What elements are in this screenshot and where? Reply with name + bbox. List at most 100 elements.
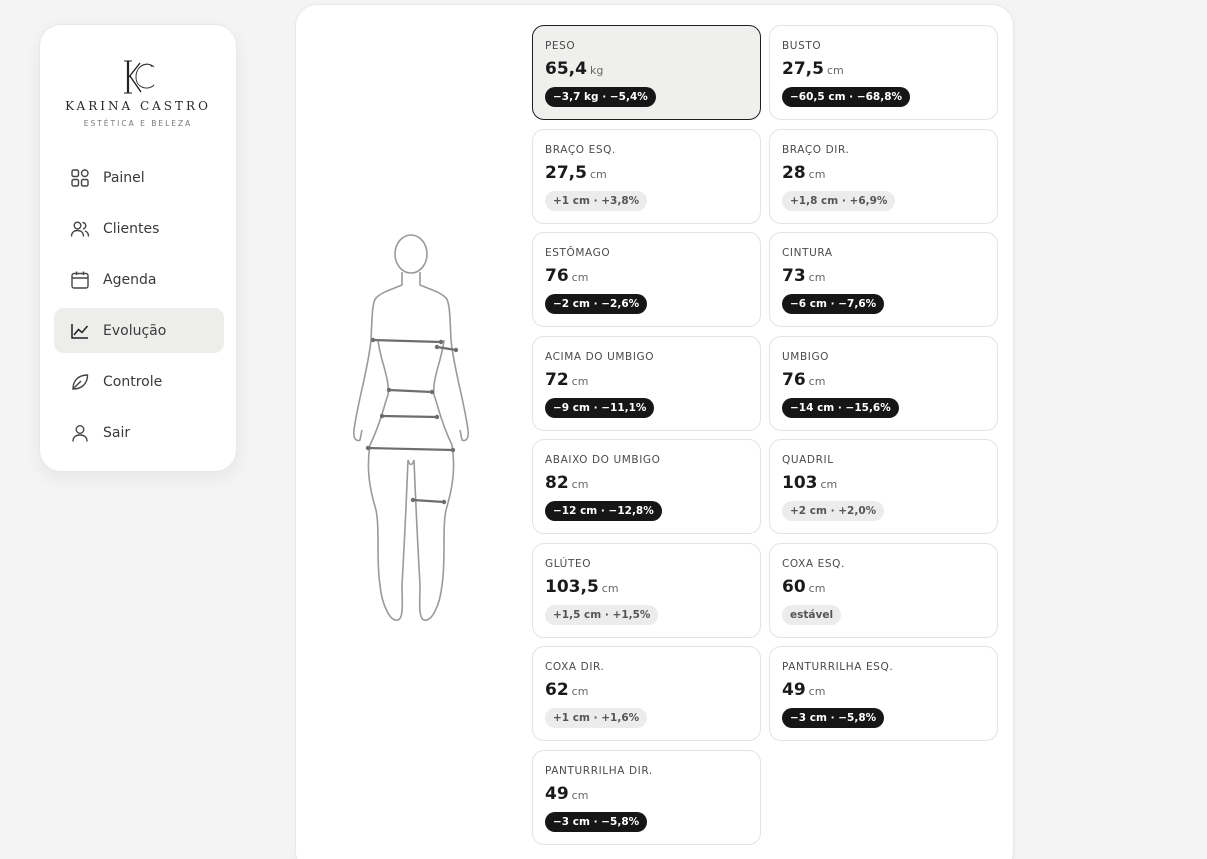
body-silhouette-icon [353, 234, 469, 621]
measurement-unit: cm [808, 375, 826, 388]
measurement-card[interactable]: BRAÇO ESQ. 27,5 cm +1 cm · +3,8% [532, 129, 761, 224]
nav-label: Evolução [103, 322, 167, 339]
nav-label: Agenda [103, 271, 157, 288]
measurement-label: BRAÇO ESQ. [545, 144, 616, 156]
measurement-label: COXA ESQ. [782, 558, 845, 570]
measurement-card[interactable]: QUADRIL 103 cm +2 cm · +2,0% [769, 439, 998, 534]
measurement-label: BRAÇO DIR. [782, 144, 850, 156]
delta-badge: −3,7 kg · −5,4% [545, 87, 656, 107]
delta-badge: −2 cm · −2,6% [545, 294, 648, 314]
measurement-value: 82 [545, 473, 569, 493]
measurement-card[interactable]: ESTÔMAGO 76 cm −2 cm · −2,6% [532, 232, 761, 327]
measurement-value: 27,5 [545, 163, 587, 183]
delta-badge: estável [782, 605, 842, 625]
measurement-label: COXA DIR. [545, 661, 605, 673]
measurement-value: 73 [782, 266, 806, 286]
measurement-value: 103 [782, 473, 818, 493]
nav-item-sair[interactable]: Sair [54, 410, 224, 455]
measurement-card[interactable]: COXA ESQ. 60 cm estável [769, 543, 998, 638]
measurement-value-row: 76 cm [545, 266, 748, 288]
measurement-card[interactable]: GLÚTEO 103,5 cm +1,5 cm · +1,5% [532, 543, 761, 638]
nav-item-evolucao[interactable]: Evolução [54, 308, 224, 353]
measurement-label: GLÚTEO [545, 558, 592, 570]
trend-icon [71, 323, 89, 339]
measurement-value-row: 49 cm [782, 680, 985, 702]
measurement-unit: cm [601, 582, 619, 595]
measurement-value-row: 76 cm [782, 370, 985, 392]
calendar-icon [71, 271, 89, 289]
delta-badge: −9 cm · −11,1% [545, 398, 655, 418]
nav-item-controle[interactable]: Controle [54, 359, 224, 404]
user-icon [72, 424, 88, 442]
measurement-label: UMBIGO [782, 351, 830, 363]
measurement-value-row: 62 cm [545, 680, 748, 702]
delta-badge: −12 cm · −12,8% [545, 501, 662, 521]
sidebar: KARINA CASTRO ESTÉTICA E BELEZA Painel C… [39, 24, 237, 472]
delta-badge: −3 cm · −5,8% [782, 708, 885, 728]
measurement-label: ABAIXO DO UMBIGO [545, 454, 661, 466]
measurement-unit: cm [808, 271, 826, 284]
measurement-unit: cm [808, 582, 826, 595]
nav-item-clientes[interactable]: Clientes [54, 206, 224, 251]
measurement-card[interactable]: CINTURA 73 cm −6 cm · −7,6% [769, 232, 998, 327]
nav-label: Clientes [103, 220, 160, 237]
brand-name: KARINA CASTRO [65, 99, 211, 113]
measurement-card[interactable]: BUSTO 27,5 cm −60,5 cm · −68,8% [769, 25, 998, 120]
measurement-value: 65,4 [545, 59, 587, 79]
leaf-icon [72, 373, 89, 390]
measurement-value-row: 73 cm [782, 266, 985, 288]
measurement-label: PESO [545, 40, 576, 52]
measurement-unit: cm [571, 375, 589, 388]
measurement-unit: cm [808, 685, 826, 698]
measurement-card[interactable]: PANTURRILHA ESQ. 49 cm −3 cm · −5,8% [769, 646, 998, 741]
nav-item-painel[interactable]: Painel [54, 155, 224, 200]
delta-badge: −60,5 cm · −68,8% [782, 87, 911, 107]
measurement-unit: cm [808, 168, 826, 181]
measurement-value-row: 49 cm [545, 784, 748, 806]
measurement-unit: cm [571, 478, 589, 491]
measurement-unit: cm [826, 64, 844, 77]
measurement-label: PANTURRILHA DIR. [545, 765, 653, 777]
measurement-value-row: 60 cm [782, 577, 985, 599]
measurement-card[interactable]: PESO 65,4 kg −3,7 kg · −5,4% [532, 25, 761, 120]
measurement-label: PANTURRILHA ESQ. [782, 661, 894, 673]
delta-badge: −14 cm · −15,6% [782, 398, 899, 418]
delta-badge: +1 cm · +1,6% [545, 708, 648, 728]
measurement-value-row: 27,5 cm [545, 163, 748, 185]
measurement-unit: cm [820, 478, 838, 491]
measurement-card[interactable]: UMBIGO 76 cm −14 cm · −15,6% [769, 336, 998, 431]
measurement-label: BUSTO [782, 40, 822, 52]
measurement-value-row: 65,4 kg [545, 59, 748, 81]
measurement-value: 27,5 [782, 59, 824, 79]
measurement-value-row: 72 cm [545, 370, 748, 392]
measurement-value: 72 [545, 370, 569, 390]
measurement-label: CINTURA [782, 247, 833, 259]
delta-badge: +1,5 cm · +1,5% [545, 605, 659, 625]
measurement-card[interactable]: BRAÇO DIR. 28 cm +1,8 cm · +6,9% [769, 129, 998, 224]
measurement-card[interactable]: ACIMA DO UMBIGO 72 cm −9 cm · −11,1% [532, 336, 761, 431]
delta-badge: −6 cm · −7,6% [782, 294, 885, 314]
measurement-value: 103,5 [545, 577, 599, 597]
delta-badge: +1,8 cm · +6,9% [782, 191, 896, 211]
measurement-unit: cm [589, 168, 607, 181]
measurement-value: 76 [545, 266, 569, 286]
measurement-value-row: 82 cm [545, 473, 748, 495]
delta-badge: −3 cm · −5,8% [545, 812, 648, 832]
grid-icon [71, 168, 89, 187]
brand-logo: KARINA CASTRO ESTÉTICA E BELEZA [40, 57, 236, 128]
measurement-value: 49 [545, 784, 569, 804]
nav-item-agenda[interactable]: Agenda [54, 257, 224, 302]
measurement-value: 76 [782, 370, 806, 390]
measurement-value-row: 27,5 cm [782, 59, 985, 81]
measurement-value-row: 103,5 cm [545, 577, 748, 599]
nav-label: Sair [103, 424, 131, 441]
measurement-value: 62 [545, 680, 569, 700]
measurement-card[interactable]: PANTURRILHA DIR. 49 cm −3 cm · −5,8% [532, 750, 761, 845]
measurement-card[interactable]: ABAIXO DO UMBIGO 82 cm −12 cm · −12,8% [532, 439, 761, 534]
measurement-value-row: 28 cm [782, 163, 985, 185]
nav-label: Painel [103, 169, 145, 186]
measurement-card[interactable]: COXA DIR. 62 cm +1 cm · +1,6% [532, 646, 761, 741]
measurement-value: 60 [782, 577, 806, 597]
measurement-unit: cm [571, 685, 589, 698]
measurement-value: 28 [782, 163, 806, 183]
